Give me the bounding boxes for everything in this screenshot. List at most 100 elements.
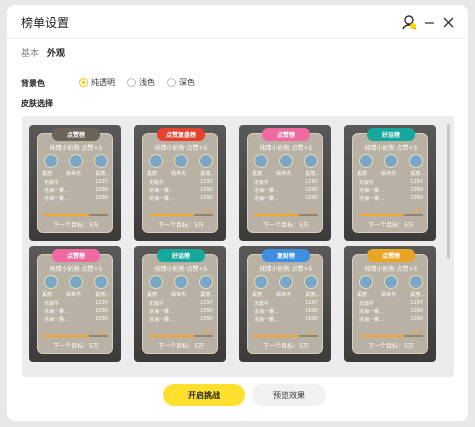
skin-title: 纯情小奶狗 点赞+5: [364, 266, 418, 273]
rank-value: 1297: [95, 179, 108, 185]
avatar: [359, 154, 373, 168]
rank-list: 无敌牛 1297 沧海一粟... 1090 沧海一粟... 1090: [149, 178, 213, 202]
progress-fill: [44, 214, 89, 216]
rank-list: 无敌牛 1297 沧海一粟... 1090 沧海一粟... 1090: [44, 299, 108, 323]
rank-value: 1090: [95, 316, 108, 322]
rank-row: 无敌牛 1297: [359, 178, 423, 186]
start-challenge-button[interactable]: 开启挑战: [163, 384, 245, 406]
rank-name: 沧海一粟...: [44, 308, 69, 315]
progress-bar: [359, 335, 423, 337]
avatar-name: 嫣世杰: [381, 292, 397, 298]
rank-name: 沧海一粟...: [359, 308, 384, 315]
rank-name: 沧海一粟...: [359, 195, 384, 202]
rank-name: 无敌牛: [359, 179, 375, 186]
rank-list: 无敌牛 1297 沧海一粟... 1090 沧海一粟... 1090: [44, 178, 108, 202]
rank-name: 沧海一粟...: [254, 195, 279, 202]
avatar: [69, 154, 83, 168]
avatar-name: 嫣世杰: [66, 292, 82, 298]
avatar: [94, 275, 108, 289]
avatar: [199, 154, 213, 168]
skin-title: 纯情小奶狗 点赞+5: [49, 266, 103, 273]
avatar-name: 奚丽...: [95, 292, 110, 298]
rank-name: 沧海一粟...: [254, 308, 279, 315]
skin-option[interactable]: 点赞榜 纯情小奶狗 点赞+5 奚丽 嫣世杰 奚丽... 无敌牛 1297 沧海一粟... 109…: [239, 125, 331, 241]
avatar-name: 嫣世杰: [66, 171, 82, 177]
progress-fill: [254, 214, 299, 216]
skin-title: 纯情小奶狗 点赞+5: [364, 145, 418, 152]
avatar-names: 奚丽 嫣世杰 奚丽...: [357, 170, 425, 177]
rank-row: 沧海一粟... 1090: [359, 186, 423, 194]
rank-name: 沧海一粟...: [359, 316, 384, 323]
avatar-name: 嫣世杰: [276, 171, 292, 177]
rank-value: 1090: [410, 187, 423, 193]
progress-fill: [254, 335, 299, 337]
skin-preview-card: 点赞榜 纯情小奶狗 点赞+5 奚丽 嫣世杰 奚丽... 无敌牛 1297 沧海一粟... 109…: [247, 128, 323, 233]
radio-label: 浅色: [139, 78, 155, 87]
progress-bar: [44, 335, 108, 337]
skin-option[interactable]: 好运榜 纯情小奶狗 点赞+5 奚丽 嫣世杰 奚丽... 无敌牛 1297 沧海一粟... 109…: [344, 125, 436, 241]
tab-appearance[interactable]: 外观: [47, 46, 65, 59]
rank-row: 沧海一粟... 1090: [254, 186, 318, 194]
user-badge-icon[interactable]: [398, 13, 420, 31]
skin-option[interactable]: 点赞榜 纯情小奶狗 点赞+5 奚丽 嫣世杰 奚丽... 无敌牛 1297 沧海一粟... 109…: [29, 125, 121, 241]
skin-option[interactable]: 点赞榜 纯情小奶狗 点赞+5 奚丽 嫣世杰 奚丽... 无敌牛 1297 沧海一粟... 109…: [344, 246, 436, 362]
progress-bar: [254, 335, 318, 337]
progress-fill: [359, 214, 404, 216]
radio-selected-icon: [79, 78, 88, 87]
avatar-names: 奚丽 嫣世杰 奚丽...: [252, 170, 320, 177]
rank-name: 沧海一粟...: [254, 187, 279, 194]
avatar-name: 奚丽: [357, 292, 368, 298]
rank-value: 1090: [305, 195, 318, 201]
avatar-names: 奚丽 嫣世杰 奚丽...: [252, 291, 320, 298]
rank-name: 无敌牛: [149, 179, 165, 186]
skin-option[interactable]: 好运榜 纯情小奶狗 点赞+5 奚丽 嫣世杰 奚丽... 无敌牛 1297 沧海一粟... 109…: [134, 246, 226, 362]
progress-fill: [149, 214, 194, 216]
rank-row: 沧海一粟... 1090: [44, 194, 108, 202]
skin-preview-card: 好运榜 纯情小奶狗 点赞+5 奚丽 嫣世杰 奚丽... 无敌牛 1297 沧海一粟... 109…: [142, 249, 218, 354]
avatar: [279, 154, 293, 168]
rank-name: 沧海一粟...: [149, 316, 174, 323]
skin-option[interactable]: 复财榜 纯情小奶狗 点赞+5 奚丽 嫣世杰 奚丽... 无敌牛 1297 沧海一粟... 109…: [239, 246, 331, 362]
avatar: [174, 275, 188, 289]
avatar: [409, 275, 423, 289]
rank-name: 沧海一粟...: [44, 187, 69, 194]
radio-icon: [127, 78, 136, 87]
rank-value: 1090: [200, 187, 213, 193]
rank-value: 1090: [305, 187, 318, 193]
rank-name: 沧海一粟...: [254, 316, 279, 323]
radio-dark[interactable]: 深色: [167, 77, 195, 88]
radio-label: 深色: [179, 78, 195, 87]
avatar: [69, 275, 83, 289]
rank-row: 无敌牛 1297: [254, 299, 318, 307]
avatar-row: [254, 154, 318, 168]
avatar-name: 奚丽...: [410, 292, 425, 298]
close-icon[interactable]: [440, 13, 456, 31]
rank-value: 1090: [410, 308, 423, 314]
skin-badge: 好运榜: [157, 249, 205, 262]
progress-bar: [359, 214, 423, 216]
skin-option[interactable]: 点赞榜 纯情小奶狗 点赞+5 奚丽 嫣世杰 奚丽... 无敌牛 1297 沧海一粟... 109…: [29, 246, 121, 362]
minimize-icon[interactable]: [422, 13, 436, 31]
skin-badge: 好运榜: [367, 128, 415, 141]
gallery-scrollbar[interactable]: [447, 124, 450, 259]
tab-bar: 基本 外观: [21, 46, 65, 59]
rank-value: 1090: [200, 195, 213, 201]
preview-button[interactable]: 预览效果: [252, 384, 326, 406]
skin-gallery: 点赞榜 纯情小奶狗 点赞+5 奚丽 嫣世杰 奚丽... 无敌牛 1297 沧海一粟... 109…: [22, 116, 454, 377]
rank-name: 无敌牛: [359, 300, 375, 307]
progress-fill: [44, 335, 89, 337]
skin-option[interactable]: 点赞复盘榜 纯情小奶狗 点赞+5 奚丽 嫣世杰 奚丽... 无敌牛 1297 沧海一粟... 1…: [134, 125, 226, 241]
rank-row: 无敌牛 1297: [44, 178, 108, 186]
tab-basic[interactable]: 基本: [21, 46, 39, 59]
skin-preview-card: 好运榜 纯情小奶狗 点赞+5 奚丽 嫣世杰 奚丽... 无敌牛 1297 沧海一粟... 109…: [352, 128, 428, 233]
radio-light[interactable]: 浅色: [127, 77, 155, 88]
rank-name: 无敌牛: [44, 300, 60, 307]
next-goal: 下一个目标：5万: [158, 222, 204, 229]
rank-row: 沧海一粟... 1090: [44, 307, 108, 315]
radio-transparent[interactable]: 纯透明: [79, 77, 115, 88]
rank-value: 1090: [95, 195, 108, 201]
avatar-name: 奚丽...: [95, 171, 110, 177]
avatar-row: [44, 154, 108, 168]
avatar-name: 奚丽: [357, 171, 368, 177]
skin-title: 纯情小奶狗 点赞+5: [154, 266, 208, 273]
